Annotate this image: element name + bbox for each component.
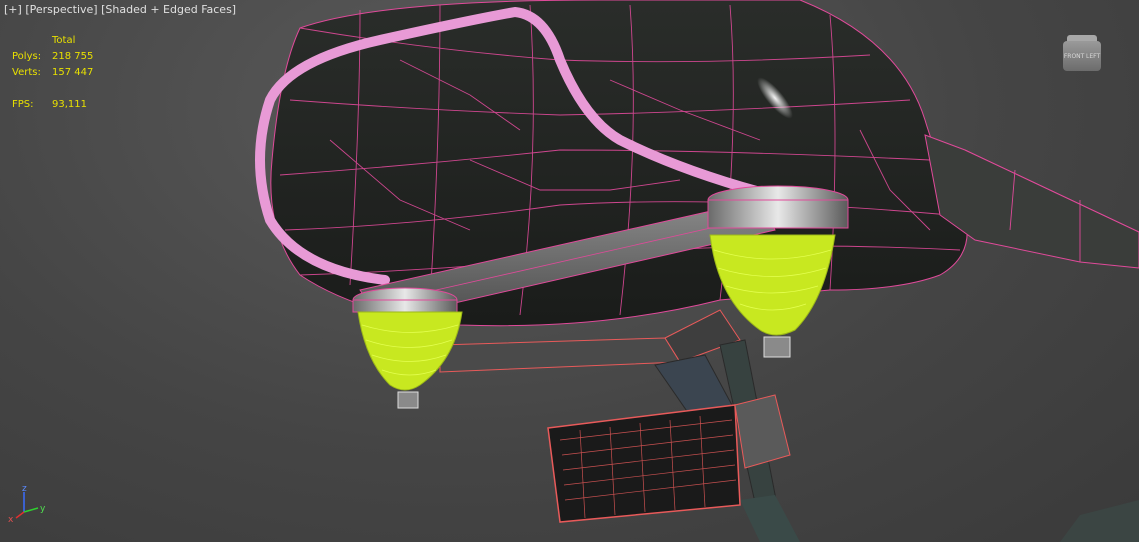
fps-value: 93,111 bbox=[52, 99, 87, 110]
perspective-viewport[interactable]: [+] [Perspective] [Shaded + Edged Faces]… bbox=[0, 0, 1139, 542]
stats-header: Total bbox=[52, 35, 76, 46]
fps-label: FPS: bbox=[12, 99, 34, 110]
left-light-head[interactable] bbox=[352, 287, 463, 409]
viewport-menu-button[interactable]: [+] bbox=[4, 3, 22, 16]
view-mode-button[interactable]: [Perspective] bbox=[25, 3, 97, 16]
verts-value: 157 447 bbox=[52, 67, 94, 78]
x-axis-label: x bbox=[8, 515, 14, 524]
polys-label: Polys: bbox=[12, 51, 42, 62]
polys-value: 218 755 bbox=[52, 51, 94, 62]
axis-tripod: z y x bbox=[8, 484, 46, 524]
z-axis-label: z bbox=[22, 484, 27, 494]
y-axis-label: y bbox=[40, 504, 46, 514]
statistics-overlay: Total Polys: 218 755 Verts: 157 447 FPS:… bbox=[12, 33, 93, 113]
viewcube-left-label: LEFT bbox=[1086, 52, 1101, 60]
shading-mode-button[interactable]: [Shaded + Edged Faces] bbox=[101, 3, 236, 16]
verts-label: Verts: bbox=[12, 67, 41, 78]
x-axis-line bbox=[15, 511, 25, 519]
scene-render[interactable] bbox=[0, 0, 1139, 542]
viewcube[interactable]: FRONT LEFT bbox=[1063, 35, 1101, 71]
viewcube-front-face[interactable]: FRONT LEFT bbox=[1063, 41, 1101, 71]
viewcube-front-label: FRONT bbox=[1063, 52, 1085, 60]
y-axis-line bbox=[23, 507, 39, 513]
viewport-label: [+] [Perspective] [Shaded + Edged Faces] bbox=[4, 3, 236, 16]
